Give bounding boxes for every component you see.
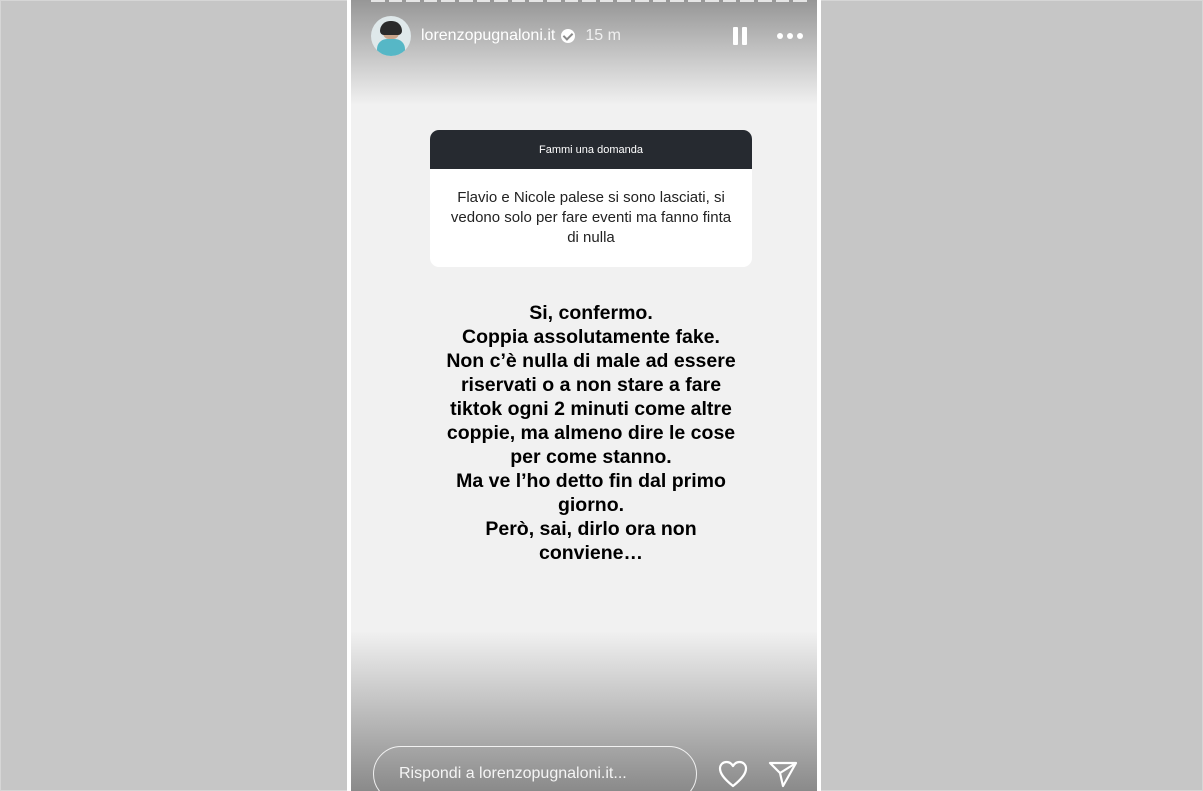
answer-line: coppie, ma almeno dire le cose: [446, 422, 736, 444]
progress-bar: [371, 0, 807, 3]
progress-segment: [599, 0, 614, 2]
question-sticker-title: Fammi una domanda: [430, 130, 752, 169]
more-options-icon[interactable]: [777, 33, 803, 39]
answer-text: Si, confermo. Coppia assolutamente fake. N…: [391, 301, 791, 565]
story-frame: lorenzopugnaloni.it 15 m Fammi una doman…: [347, 0, 821, 791]
verified-badge-icon: [561, 29, 576, 43]
progress-segment: [494, 0, 508, 2]
answer-line: Però, sai, dirlo ora non: [485, 518, 697, 540]
progress-segment: [546, 0, 561, 2]
question-text: Flavio e Nicole palese si sono lasciati,…: [450, 189, 732, 246]
story-time: 15 m: [585, 27, 621, 44]
progress-segment: [740, 0, 755, 2]
answer-line: Ma ve l’ho detto fin dal primo: [456, 470, 726, 492]
question-sticker: Fammi una domanda Flavio e Nicole palese…: [430, 130, 752, 267]
story-header: lorenzopugnaloni.it 15 m: [371, 14, 807, 58]
progress-segment: [423, 0, 438, 2]
story-footer: [351, 744, 817, 791]
progress-segment: [634, 0, 649, 2]
progress-segment: [775, 0, 790, 2]
progress-segment: [722, 0, 737, 2]
answer-line: conviene…: [538, 542, 644, 564]
progress-segment: [511, 0, 526, 2]
progress-segment: [458, 0, 473, 2]
progress-segment: [582, 0, 596, 2]
answer-line: Si, confermo.: [529, 302, 653, 324]
progress-segment: [670, 0, 684, 2]
username[interactable]: lorenzopugnaloni.it: [421, 27, 555, 45]
progress-segment: [564, 0, 579, 2]
reply-input[interactable]: [373, 746, 697, 791]
progress-segment: [705, 0, 719, 2]
answer-line: Non c’è nulla di male ad essere: [446, 350, 736, 372]
answer-line: Coppia assolutamente fake.: [462, 326, 720, 348]
progress-segment: [652, 0, 667, 2]
progress-segment: [388, 0, 403, 2]
avatar[interactable]: [371, 16, 411, 56]
answer-line: per come stanno.: [510, 446, 672, 468]
send-icon[interactable]: [768, 760, 798, 788]
progress-segment: [441, 0, 455, 2]
progress-segment: [371, 0, 385, 2]
heart-icon[interactable]: [718, 760, 748, 788]
progress-segment: [529, 0, 543, 2]
answer-line: giorno.: [557, 494, 625, 516]
answer-line: riservati o a non stare a fare: [460, 374, 722, 396]
progress-segment: [758, 0, 772, 2]
answer-line: tiktok ogni 2 minuti come altre: [450, 398, 732, 420]
story-viewer[interactable]: lorenzopugnaloni.it 15 m Fammi una doman…: [351, 0, 817, 791]
pause-icon[interactable]: [733, 27, 747, 45]
progress-segment: [406, 0, 420, 2]
progress-segment: [476, 0, 491, 2]
progress-segment: [687, 0, 702, 2]
progress-segment: [793, 0, 807, 2]
progress-segment: [617, 0, 631, 2]
